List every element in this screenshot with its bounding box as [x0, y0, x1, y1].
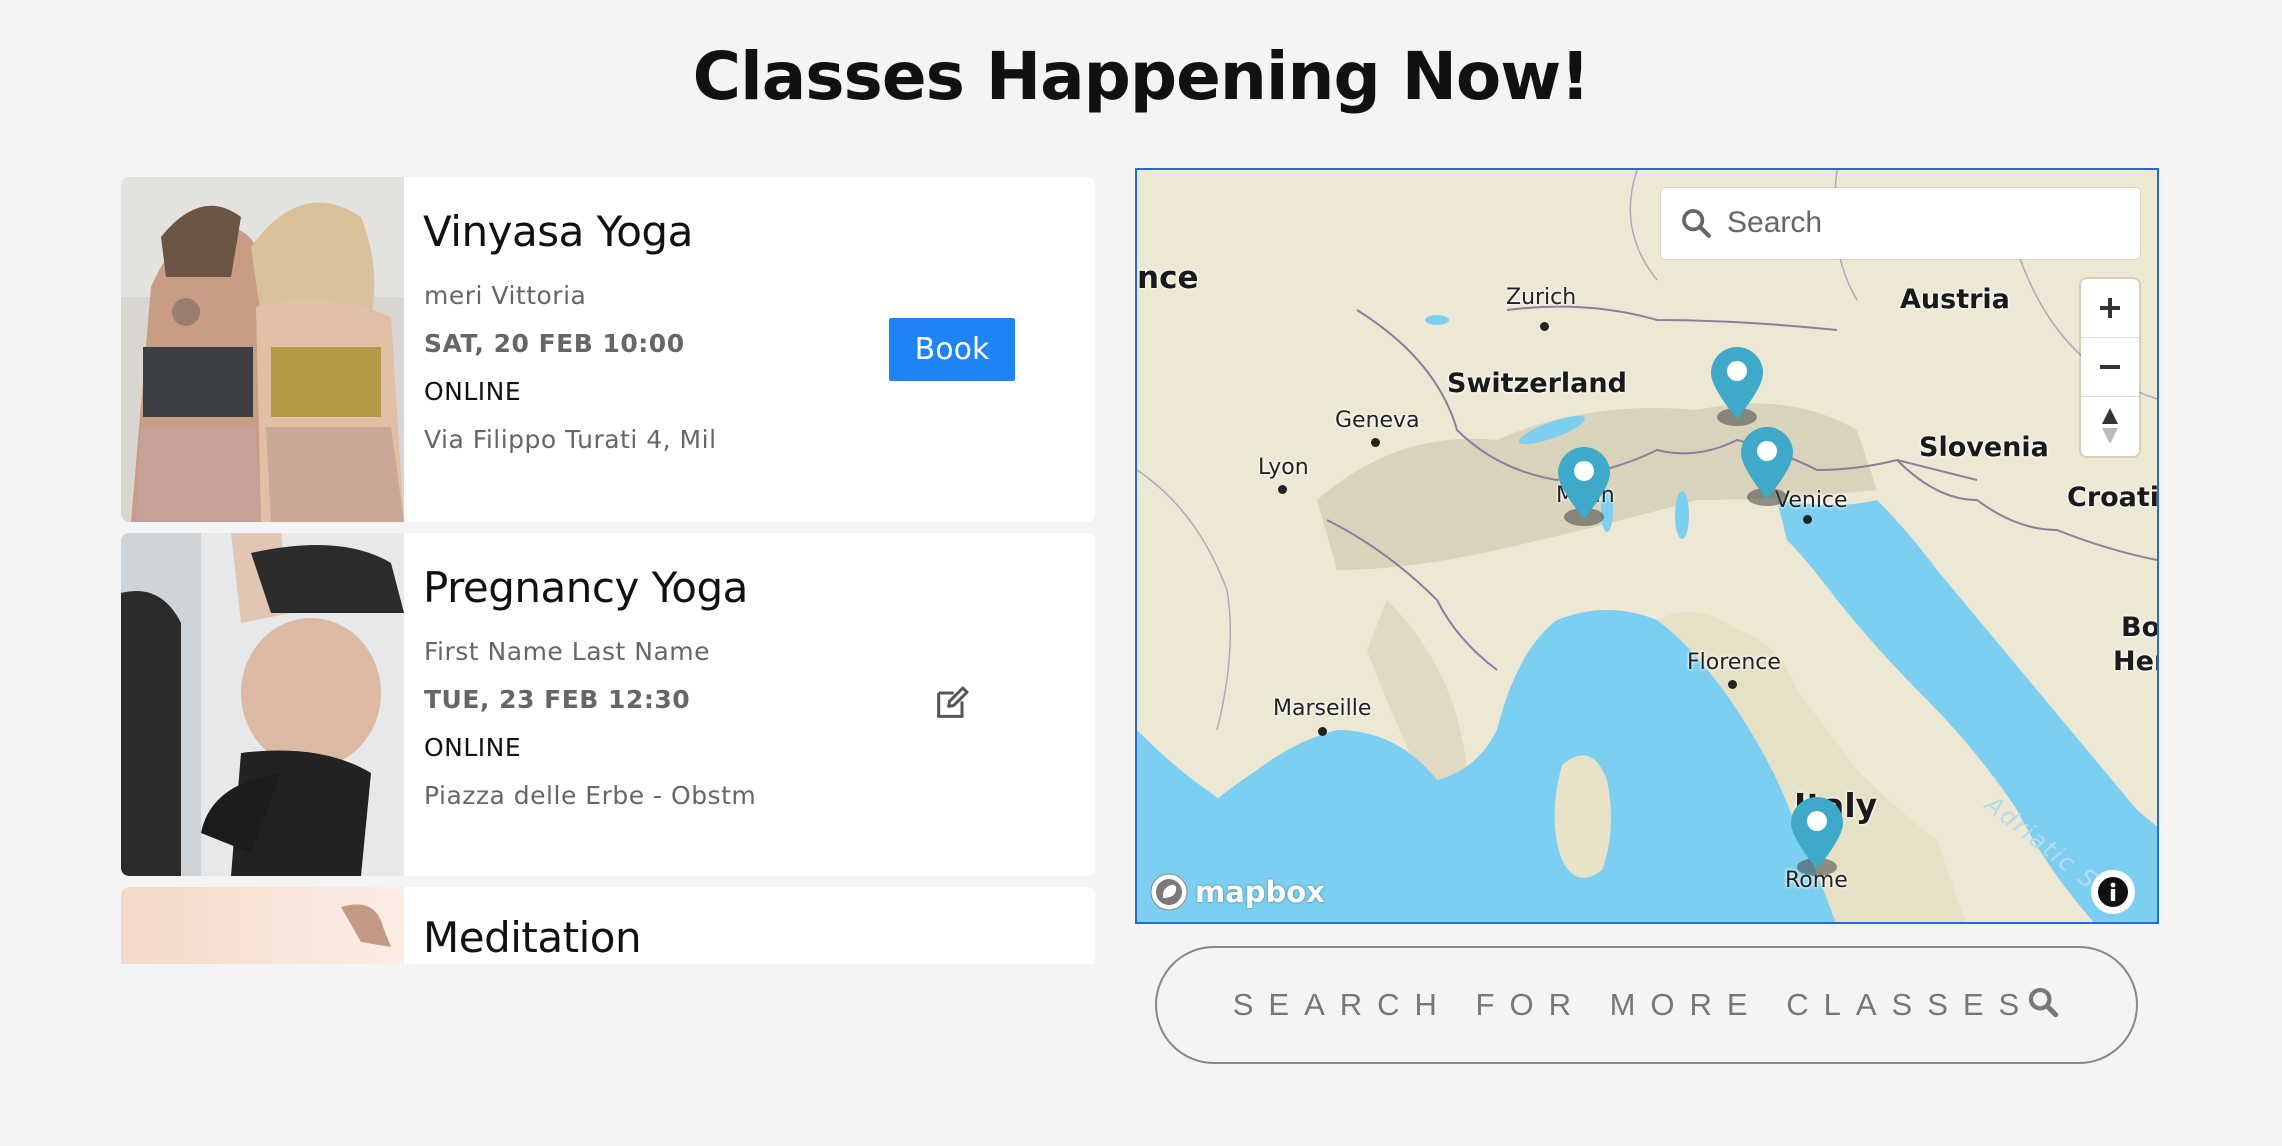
map-nav-control [2081, 279, 2139, 456]
zoom-out-icon [2100, 365, 2120, 369]
search-icon [1682, 209, 1711, 238]
map-search-input[interactable] [1727, 198, 2127, 248]
class-card[interactable]: Meditation [121, 887, 1095, 964]
class-title[interactable]: Pregnancy Yoga [423, 563, 748, 612]
compass-button[interactable] [2081, 397, 2139, 455]
map-label-florence: Florence [1687, 650, 1781, 675]
map-label-lyon: Lyon [1258, 455, 1309, 480]
info-icon [2098, 877, 2128, 907]
class-card[interactable]: Vinyasa Yoga meri Vittoria SAT, 20 FEB 1… [121, 177, 1095, 522]
class-datetime: TUE, 23 FEB 12:30 [424, 685, 691, 714]
edit-icon[interactable] [932, 683, 972, 723]
city-dot [1371, 438, 1380, 447]
class-image [121, 177, 404, 522]
map-label-switzerland: Switzerland [1447, 368, 1627, 399]
compass-icon [2102, 408, 2118, 444]
info-button[interactable] [2091, 870, 2135, 914]
city-dot [1803, 515, 1812, 524]
map-label-bosnia: Bos [2121, 612, 2159, 643]
class-datetime: SAT, 20 FEB 10:00 [424, 329, 685, 358]
map-label-marseille: Marseille [1273, 696, 1372, 721]
map-label-herzegovina: Her [2113, 646, 2157, 677]
map-label-geneva: Geneva [1335, 408, 1420, 433]
city-dot [1278, 485, 1287, 494]
search-more-classes-label: SEARCH FOR MORE CLASSES [1232, 987, 2035, 1022]
class-teacher: First Name Last Name [424, 637, 711, 666]
map-label-austria: Austria [1900, 284, 2010, 315]
class-title[interactable]: Meditation [423, 913, 642, 962]
search-icon [2029, 987, 2059, 1018]
class-image [121, 887, 404, 964]
mapbox-logo[interactable]: mapbox [1149, 870, 1325, 914]
zoom-in-icon [2100, 298, 2120, 318]
class-mode: ONLINE [424, 733, 522, 762]
map-marker-icon[interactable] [1707, 345, 1767, 429]
class-address: Piazza delle Erbe - Obstm [424, 781, 757, 810]
map-search-box[interactable] [1661, 188, 2140, 259]
map-marker-icon[interactable] [1554, 445, 1614, 529]
book-button[interactable]: Book [889, 318, 1015, 381]
city-dot [1318, 727, 1327, 736]
class-title[interactable]: Vinyasa Yoga [423, 207, 693, 256]
class-list: Vinyasa Yoga meri Vittoria SAT, 20 FEB 1… [121, 177, 1095, 964]
class-card[interactable]: Pregnancy Yoga First Name Last Name TUE,… [121, 533, 1095, 876]
zoom-out-button[interactable] [2081, 338, 2139, 396]
city-dot [1728, 680, 1737, 689]
search-more-classes-button[interactable]: SEARCH FOR MORE CLASSES [1155, 946, 2138, 1064]
page-title: Classes Happening Now! [692, 38, 1591, 115]
class-address: Via Filippo Turati 4, Mil [424, 425, 717, 454]
map[interactable]: nce Zurich Austria Switzerland Geneva Ly… [1135, 168, 2159, 924]
class-teacher: meri Vittoria [424, 281, 587, 310]
map-marker-icon[interactable] [1737, 425, 1797, 509]
mapbox-attribution: mapbox [1195, 875, 1325, 909]
class-image [121, 533, 404, 876]
zoom-in-button[interactable] [2081, 279, 2139, 337]
map-label-france: nce [1137, 260, 1199, 296]
map-label-croatia: Croatia [2067, 482, 2159, 513]
city-dot [1540, 322, 1549, 331]
map-label-slovenia: Slovenia [1919, 432, 2049, 463]
mapbox-logo-icon [1150, 873, 1188, 911]
class-mode: ONLINE [424, 377, 522, 406]
map-label-zurich: Zurich [1506, 285, 1577, 310]
map-marker-icon[interactable] [1787, 795, 1847, 879]
